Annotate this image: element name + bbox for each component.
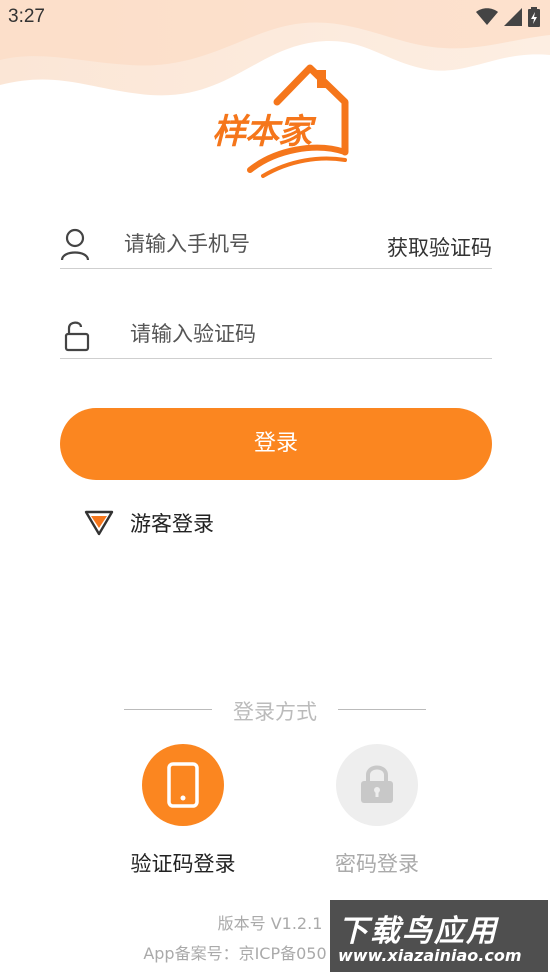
status-time: 3:27 [8,6,45,27]
password-method-label: 密码登录 [335,852,419,876]
unlock-icon [64,321,90,352]
code-field [60,306,492,359]
phone-input[interactable] [124,232,364,256]
sms-method-label: 验证码登录 [130,852,236,876]
divider-line-right [338,709,426,710]
guest-login-button[interactable]: 游客登录 [82,508,214,538]
battery-icon [528,7,540,27]
login-button[interactable]: 登录 [60,408,492,480]
phone-field: 获取验证码 [60,216,492,269]
code-input[interactable] [130,322,370,346]
watermark-sub-text: www.xiazainiao.com [338,946,522,965]
diamond-icon [84,510,114,536]
password-login-method[interactable]: 密码登录 [307,744,447,878]
login-methods-title: 登录方式 [233,700,317,724]
user-icon [60,228,90,261]
sms-method-circle [142,744,224,826]
guest-login-label: 游客登录 [130,512,214,536]
lock-icon [361,765,393,803]
login-methods-divider: 登录方式 [124,694,426,724]
password-method-circle [336,744,418,826]
logo-text: 样本家 [212,112,312,152]
watermark-overlay: 下载鸟应用 www.xiazainiao.com [330,900,548,972]
wifi-icon [476,8,498,25]
status-icons [476,7,540,27]
status-bar: 3:27 [0,0,550,36]
sms-login-method[interactable]: 验证码登录 [113,744,253,878]
signal-icon [504,8,522,26]
get-code-button[interactable]: 获取验证码 [387,232,492,262]
phone-icon [167,762,199,808]
watermark-main-text: 下载鸟应用 [338,914,498,949]
